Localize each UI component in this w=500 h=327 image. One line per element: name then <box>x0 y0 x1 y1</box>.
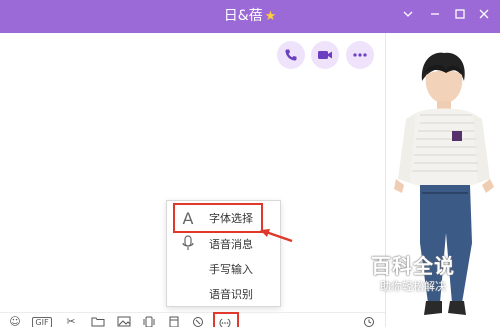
phone-icon <box>285 49 297 61</box>
history-icon[interactable] <box>362 316 376 327</box>
image-icon[interactable] <box>117 316 131 327</box>
chat-window: 日&蓓 ★ A 字体选择 语音消息 手写输入 语音识别 ☺ GIF ✂ 百科全说… <box>0 0 500 327</box>
scissors-icon[interactable]: ✂ <box>64 316 78 327</box>
watermark: 百科全说 助你轻松解决 <box>364 253 462 294</box>
more-horizontal-icon <box>353 53 367 57</box>
microphone-icon <box>179 235 197 255</box>
chevron-down-icon[interactable] <box>398 6 418 26</box>
close-button[interactable] <box>474 6 494 26</box>
more-highlight-box <box>213 312 239 327</box>
video-camera-icon <box>318 51 332 59</box>
menu-item-label: 语音消息 <box>209 238 253 251</box>
star-icon: ★ <box>264 9 277 24</box>
minimize-button[interactable] <box>425 6 445 26</box>
window-title-text: 日&蓓 <box>223 8 263 24</box>
emoji-icon[interactable]: ☺ <box>8 316 22 327</box>
menu-item-voice-recognition[interactable]: 语音识别 <box>167 283 280 307</box>
highlight-box <box>173 203 263 233</box>
pointer-arrow-icon <box>260 229 293 243</box>
video-call-button[interactable] <box>311 41 339 69</box>
title-bar: 日&蓓 ★ <box>0 0 500 33</box>
watermark-title: 百科全说 <box>371 254 455 278</box>
menu-item-label: 手写输入 <box>209 263 253 276</box>
more-options-button[interactable] <box>346 41 374 69</box>
folder-icon[interactable] <box>91 316 105 327</box>
shake-icon[interactable] <box>142 316 156 327</box>
menu-item-label: 语音识别 <box>209 288 253 301</box>
voice-icon[interactable] <box>191 316 205 327</box>
gif-icon[interactable]: GIF <box>32 317 52 327</box>
restore-button[interactable] <box>450 6 470 26</box>
watermark-subtitle: 助你轻松解决 <box>380 280 446 293</box>
menu-item-handwriting-input[interactable]: 手写输入 <box>167 258 280 282</box>
gif-label: GIF <box>35 318 49 327</box>
phone-call-button[interactable] <box>277 41 305 69</box>
red-packet-icon[interactable] <box>167 316 181 327</box>
